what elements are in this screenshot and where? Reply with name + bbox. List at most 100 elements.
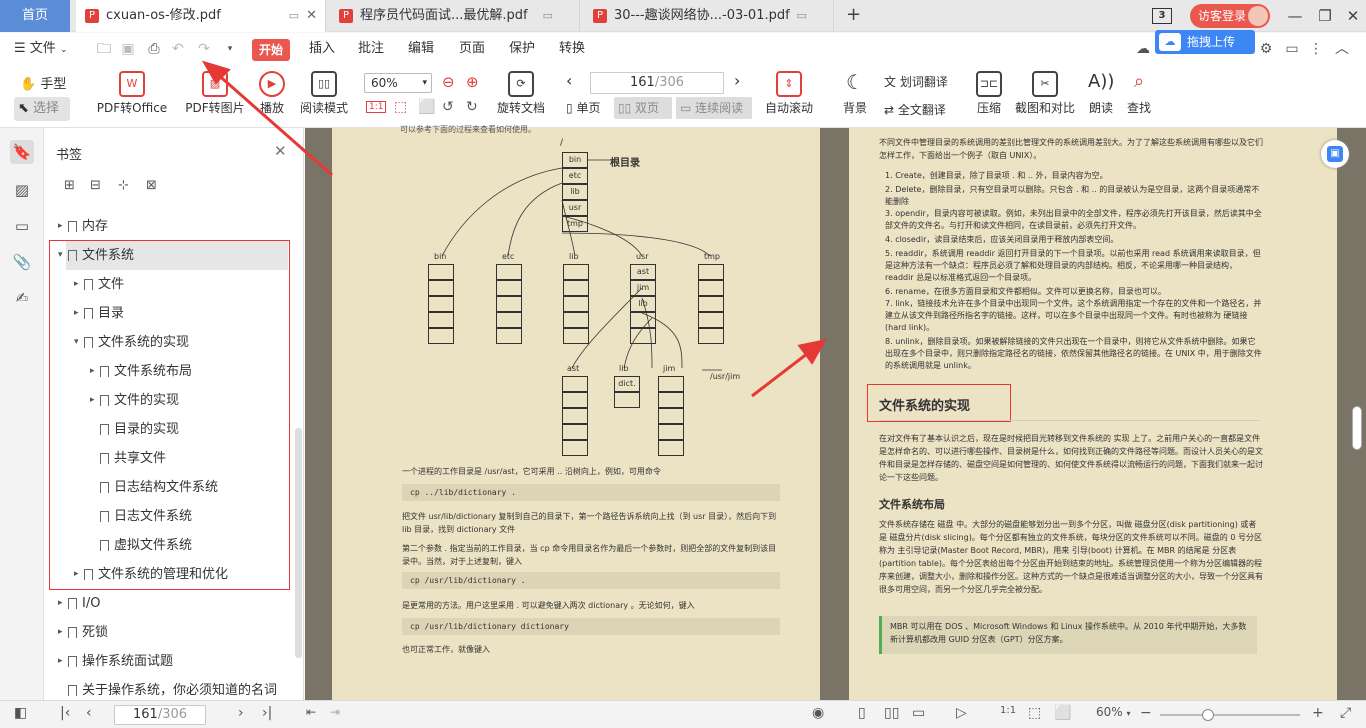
close-window-icon[interactable]: ✕ xyxy=(1336,0,1366,32)
delete-bookmark-icon[interactable]: ⊠ xyxy=(146,178,157,193)
tab-start[interactable]: 开始 xyxy=(252,39,290,61)
save-icon[interactable]: ▣ xyxy=(120,41,136,57)
document-scrollbar-thumb[interactable] xyxy=(1352,406,1362,450)
bookmark-item[interactable]: ▸ 操作系统面试题 xyxy=(44,647,294,676)
close-tab-icon[interactable]: ✕ xyxy=(306,0,317,32)
more-options-icon[interactable]: ⋮ xyxy=(1308,41,1324,57)
tab-annotate[interactable]: 批注 xyxy=(358,33,384,65)
close-panel-icon[interactable]: ✕ xyxy=(274,142,287,160)
hand-tool[interactable]: ✋ 手型 xyxy=(20,73,66,92)
caret-right-icon[interactable]: ▸ xyxy=(58,647,63,676)
pdf-to-office-button[interactable]: W PDF转Office xyxy=(90,65,174,128)
tab-page[interactable]: 页面 xyxy=(459,33,485,65)
bookmark-item[interactable]: ▸ I/O xyxy=(44,589,294,618)
fit-width-icon[interactable]: ⬜ xyxy=(418,99,435,115)
eye-protection-icon[interactable]: ◉ xyxy=(812,705,824,721)
background-button[interactable]: ☾ 背景 xyxy=(838,65,872,128)
ai-assistant-button[interactable]: ▣ xyxy=(1321,140,1349,168)
panel-scrollbar[interactable] xyxy=(295,428,302,658)
chevron-up-icon[interactable]: ︿ xyxy=(1334,41,1350,57)
expand-all-icon[interactable]: ⊞ xyxy=(64,178,75,193)
full-translate-button[interactable]: ⇄ 全文翻译 xyxy=(884,101,946,118)
caret-right-icon[interactable]: ▸ xyxy=(58,212,63,241)
collapse-all-icon[interactable]: ⊟ xyxy=(90,178,101,193)
undo-icon[interactable]: ↶ xyxy=(170,41,186,57)
visitor-login-button[interactable]: 访客登录 xyxy=(1190,4,1270,28)
status-zoom-select[interactable]: 60% ▾ xyxy=(1096,705,1131,719)
tab-count-badge[interactable]: 3 xyxy=(1152,8,1172,24)
rotate-right-icon[interactable]: ↻ xyxy=(466,99,478,115)
play-slideshow-icon[interactable]: ▷ xyxy=(956,705,967,721)
new-tab-button[interactable]: + xyxy=(846,4,861,25)
fit-page-icon[interactable]: ⬚ xyxy=(1028,705,1041,721)
drag-upload-button[interactable]: ☁ 拖拽上传 xyxy=(1155,30,1255,54)
page-number-input[interactable]: 161/306 xyxy=(590,72,724,94)
play-button[interactable]: ▶ 播放 xyxy=(254,65,290,128)
bookmark-icon[interactable]: 🔖 xyxy=(10,140,34,164)
tab-document-2[interactable]: P 程序员代码面试...最优解.pdf ▭ xyxy=(330,0,580,32)
caret-right-icon[interactable]: ▸ xyxy=(58,618,63,647)
tab-insert[interactable]: 插入 xyxy=(309,33,335,65)
single-page-button[interactable]: ▯ 单页 xyxy=(566,99,600,117)
fullscreen-icon[interactable]: ⤢ xyxy=(1340,705,1351,721)
tab-home[interactable]: 首页 xyxy=(0,0,70,32)
gear-icon[interactable]: ⚙ xyxy=(1258,41,1274,57)
rotate-left-icon[interactable]: ↺ xyxy=(442,99,454,115)
document-viewport[interactable]: 可以参考下面的过程来查看如何使用。 / 根目录 /usr/jim 一个进程的工作… xyxy=(305,125,1366,700)
tab-edit[interactable]: 编辑 xyxy=(408,33,434,65)
cloud-icon[interactable]: ☁ xyxy=(1136,41,1150,57)
minimize-icon[interactable]: — xyxy=(1278,0,1312,32)
find-button[interactable]: ⌕ 查找 xyxy=(1124,65,1154,128)
double-page-button[interactable]: ▯▯ 双页 xyxy=(614,97,672,119)
print-icon[interactable]: ⎙ xyxy=(146,41,162,57)
actual-size-icon[interactable]: 1:1 xyxy=(366,101,387,113)
single-page-view-icon[interactable]: ▯ xyxy=(858,705,866,721)
file-menu[interactable]: ☰ 文件 ⌄ xyxy=(14,33,68,65)
signature-icon[interactable]: ✍ xyxy=(10,286,34,310)
back-icon[interactable]: ⇤ xyxy=(306,705,316,719)
continuous-read-button[interactable]: ▭ 连续阅读 xyxy=(676,97,752,119)
float-window-icon[interactable]: ▭ xyxy=(543,0,553,32)
tab-protect[interactable]: 保护 xyxy=(509,33,535,65)
first-page-icon[interactable]: |‹ xyxy=(60,705,70,721)
more-dropdown-icon[interactable]: ▾ xyxy=(222,41,238,57)
select-tool[interactable]: ⬉ 选择 xyxy=(14,97,70,121)
zoom-select[interactable]: 60% ▾ xyxy=(364,73,432,93)
fit-page-icon[interactable]: ⬚ xyxy=(394,99,407,115)
toggle-sidebar-icon[interactable]: ◧ xyxy=(14,705,27,721)
screenshot-compare-button[interactable]: ✂ 截图和对比 xyxy=(1014,65,1076,128)
tab-convert[interactable]: 转换 xyxy=(559,33,585,65)
float-window-icon[interactable]: ▭ xyxy=(289,0,299,32)
redo-icon[interactable]: ↷ xyxy=(196,41,212,57)
read-mode-button[interactable]: ▯▯ 阅读模式 xyxy=(298,65,350,128)
next-page-icon[interactable]: › xyxy=(238,705,244,721)
forward-icon[interactable]: ⇥ xyxy=(330,705,340,719)
tab-document-3[interactable]: P 30---趣谈网络协...-03-01.pdf ▭ xyxy=(584,0,834,32)
continuous-view-icon[interactable]: ▭ xyxy=(912,705,925,721)
zoom-in-icon[interactable]: + xyxy=(1312,705,1324,721)
zoom-slider-track[interactable] xyxy=(1160,714,1300,716)
thumbnail-icon[interactable]: ▨ xyxy=(10,178,34,202)
comment-icon[interactable]: ▭ xyxy=(10,214,34,238)
auto-scroll-button[interactable]: ⇕ 自动滚动 xyxy=(760,65,818,128)
caret-right-icon[interactable]: ▸ xyxy=(58,589,63,618)
prev-page-icon[interactable]: ‹ xyxy=(566,71,572,90)
double-page-view-icon[interactable]: ▯▯ xyxy=(884,705,899,721)
read-aloud-button[interactable]: A)) 朗读 xyxy=(1086,65,1116,128)
zoom-slider-knob[interactable] xyxy=(1202,709,1214,721)
word-translate-button[interactable]: 文 划词翻译 xyxy=(884,73,948,90)
last-page-icon[interactable]: ›| xyxy=(262,705,272,721)
float-window-icon[interactable]: ▭ xyxy=(797,0,807,32)
zoom-out-icon[interactable]: − xyxy=(1140,705,1152,721)
open-folder-icon[interactable]: 🗀 xyxy=(96,41,112,57)
status-page-input[interactable]: 161/306 xyxy=(114,705,206,725)
bookmark-item[interactable]: ▸ 死锁 xyxy=(44,618,294,647)
add-bookmark-icon[interactable]: ⊹ xyxy=(118,178,129,193)
zoom-out-icon[interactable]: ⊖ xyxy=(442,73,455,91)
attachment-icon[interactable]: 📎 xyxy=(10,250,34,274)
pdf-to-image-button[interactable]: ▨ PDF转图片 xyxy=(184,65,246,128)
tab-document-1[interactable]: P cxuan-os-修改.pdf ▭ ✕ xyxy=(76,0,326,32)
prev-page-icon[interactable]: ‹ xyxy=(86,705,92,721)
next-page-icon[interactable]: › xyxy=(734,71,740,90)
bookmark-item[interactable]: ▸ 内存 xyxy=(44,212,294,241)
